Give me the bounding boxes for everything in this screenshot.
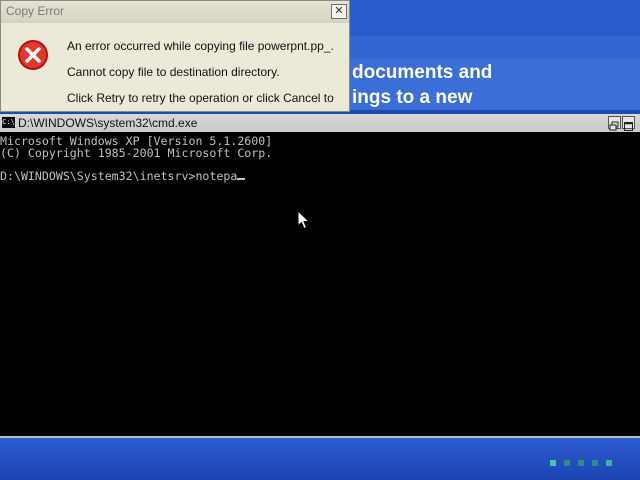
restore-button[interactable] bbox=[608, 116, 621, 131]
dialog-title: Copy Error bbox=[6, 4, 65, 18]
progress-dot bbox=[564, 460, 570, 466]
dialog-close-button[interactable]: ✕ bbox=[331, 4, 347, 19]
console-prompt-text: D:\WINDOWS\System32\inetsrv>notepa bbox=[0, 169, 238, 183]
progress-dot bbox=[592, 460, 598, 466]
progress-dot bbox=[550, 460, 556, 466]
maximize-icon bbox=[624, 122, 633, 131]
mouse-pointer-icon bbox=[297, 210, 311, 230]
maximize-button[interactable] bbox=[622, 116, 635, 131]
text-cursor bbox=[237, 178, 246, 180]
console-prompt-line[interactable]: D:\WINDOWS\System32\inetsrv>notepa bbox=[0, 169, 246, 183]
taskbar bbox=[0, 438, 640, 480]
console-output[interactable]: Microsoft Windows XP [Version 5.1.2600] … bbox=[0, 133, 640, 436]
progress-dot bbox=[606, 460, 612, 466]
copy-error-dialog: Copy Error ✕ An error occurred while cop… bbox=[0, 0, 350, 112]
progress-dot bbox=[578, 460, 584, 466]
setup-background-top bbox=[350, 0, 640, 36]
cmd-titlebar[interactable]: C:\ D:\WINDOWS\system32\cmd.exe bbox=[0, 114, 640, 132]
cmd-window[interactable]: C:\ D:\WINDOWS\system32\cmd.exe Microsof… bbox=[0, 114, 640, 438]
setup-banner-text: documents and ings to a new bbox=[352, 62, 493, 108]
cmd-app-icon[interactable]: C:\ bbox=[2, 117, 15, 128]
error-icon bbox=[18, 40, 48, 70]
console-line-2: (C) Copyright 1985-2001 Microsoft Corp. bbox=[0, 146, 273, 160]
restore-icon bbox=[609, 121, 619, 131]
dialog-titlebar[interactable]: Copy Error ✕ bbox=[1, 1, 349, 23]
dialog-message-line-1: An error occurred while copying file pow… bbox=[67, 39, 334, 53]
dialog-message-line-3: Click Retry to retry the operation or cl… bbox=[67, 91, 334, 105]
cmd-window-title: D:\WINDOWS\system32\cmd.exe bbox=[18, 116, 198, 130]
progress-indicator bbox=[550, 460, 620, 468]
dialog-message-line-2: Cannot copy file to destination director… bbox=[67, 65, 280, 79]
setup-background-middle bbox=[350, 36, 640, 58]
